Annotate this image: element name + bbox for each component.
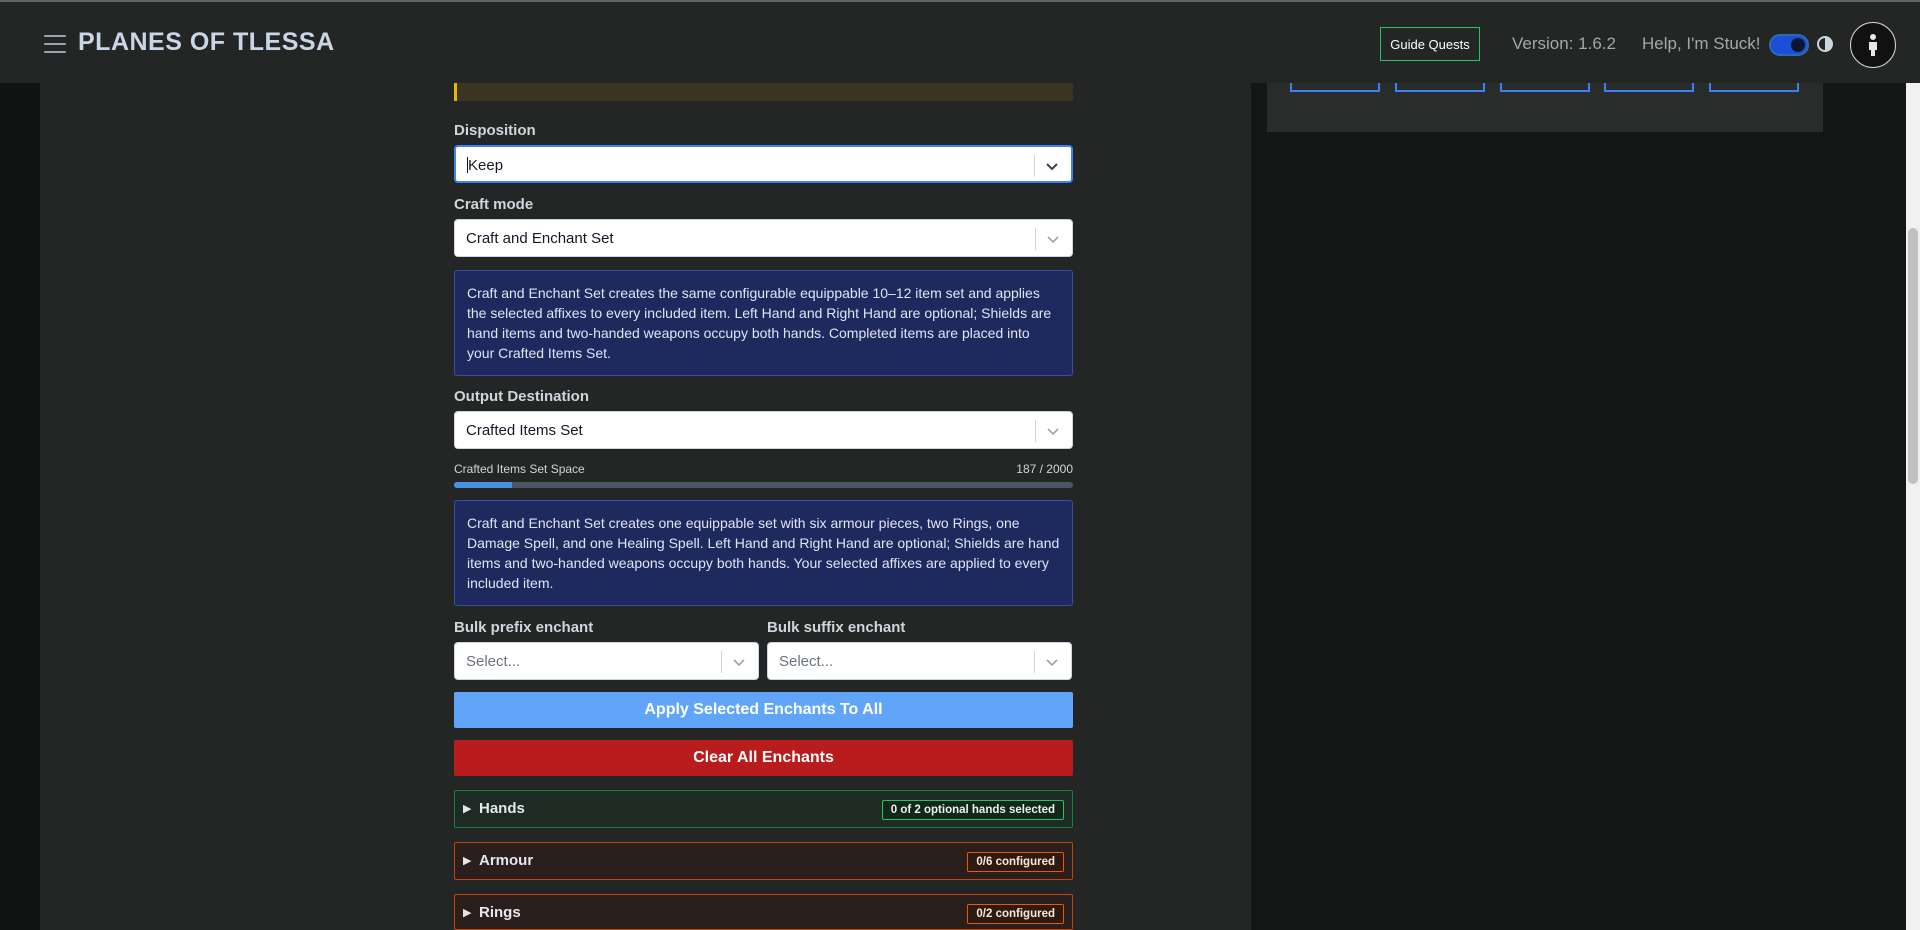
user-avatar-icon[interactable] [1850, 22, 1896, 68]
partial-button[interactable] [1709, 83, 1799, 92]
set-space-count: 187 / 2000 [1016, 462, 1073, 476]
craft-mode-info: Craft and Enchant Set creates the same c… [454, 270, 1073, 376]
bulk-suffix-placeholder: Select... [779, 653, 834, 670]
set-info: Craft and Enchant Set creates one equipp… [454, 500, 1073, 606]
partial-button[interactable] [1395, 83, 1485, 92]
bulk-suffix-label: Bulk suffix enchant [767, 619, 906, 636]
help-link[interactable]: Help, I'm Stuck! [1642, 34, 1761, 54]
section-title: Armour [479, 852, 534, 869]
select-separator [1035, 420, 1036, 442]
right-column [1251, 83, 1906, 930]
output-destination-label: Output Destination [454, 388, 589, 405]
guide-quests-button[interactable]: Guide Quests [1380, 27, 1480, 61]
select-separator [721, 651, 722, 673]
section-title: Rings [479, 904, 521, 921]
craft-mode-value: Craft and Enchant Set [466, 230, 614, 247]
chevron-down-icon[interactable] [731, 654, 747, 670]
partial-button[interactable] [1604, 83, 1694, 92]
apply-enchants-button[interactable]: Apply Selected Enchants To All [454, 692, 1073, 728]
expand-arrow-icon: ▶ [463, 907, 472, 919]
bulk-prefix-label: Bulk prefix enchant [454, 619, 594, 636]
output-destination-select[interactable]: Crafted Items Set [454, 411, 1073, 449]
craft-mode-label: Craft mode [454, 196, 534, 213]
scrollbar-thumb[interactable] [1908, 228, 1918, 484]
set-space-progress [454, 482, 1073, 488]
chevron-down-icon[interactable] [1044, 158, 1060, 174]
theme-toggle[interactable] [1769, 34, 1809, 56]
disposition-select[interactable]: Keep [454, 145, 1073, 183]
bulk-prefix-placeholder: Select... [466, 653, 521, 670]
left-gutter [0, 83, 40, 930]
chevron-down-icon[interactable] [1045, 423, 1061, 439]
progress-fill [454, 482, 512, 488]
chevron-down-icon[interactable] [1045, 231, 1061, 247]
toggle-knob [1791, 38, 1805, 52]
warning-alert [454, 83, 1073, 101]
status-badge: 0/6 configured [967, 852, 1064, 872]
status-badge: 0 of 2 optional hands selected [881, 800, 1064, 820]
expand-arrow-icon: ▶ [463, 855, 472, 867]
bulk-suffix-select[interactable]: Select... [767, 642, 1072, 680]
disposition-value: Keep [468, 157, 504, 174]
section-armour[interactable]: ▶ Armour 0/6 configured [454, 842, 1073, 880]
version-link[interactable]: Version: 1.6.2 [1512, 34, 1616, 54]
menu-icon[interactable] [44, 35, 66, 53]
select-separator [1035, 228, 1036, 250]
clear-enchants-button[interactable]: Clear All Enchants [454, 740, 1073, 776]
expand-arrow-icon: ▶ [463, 803, 472, 815]
chevron-down-icon[interactable] [1044, 654, 1060, 670]
brand-title[interactable]: PLANES OF TLESSA [78, 28, 335, 57]
partial-button[interactable] [1500, 83, 1590, 92]
status-badge: 0/2 configured [967, 904, 1064, 924]
select-separator [1034, 651, 1035, 673]
person-icon [1869, 34, 1877, 56]
bulk-prefix-select[interactable]: Select... [454, 642, 759, 680]
craft-mode-select[interactable]: Craft and Enchant Set [454, 219, 1073, 257]
section-title: Hands [479, 800, 525, 817]
disposition-label: Disposition [454, 122, 536, 139]
select-separator [1034, 155, 1035, 177]
set-space-label: Crafted Items Set Space [454, 462, 585, 476]
top-navbar: PLANES OF TLESSA Guide Quests Version: 1… [0, 0, 1920, 83]
output-destination-value: Crafted Items Set [466, 422, 583, 439]
scrollbar-track[interactable] [1906, 83, 1920, 930]
partial-button[interactable] [1290, 83, 1380, 92]
section-rings[interactable]: ▶ Rings 0/2 configured [454, 894, 1073, 930]
contrast-icon [1817, 36, 1833, 52]
section-hands[interactable]: ▶ Hands 0 of 2 optional hands selected [454, 790, 1073, 828]
